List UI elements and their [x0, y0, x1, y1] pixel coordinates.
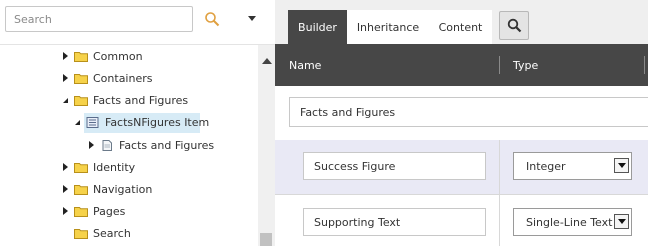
- tree-item-label: Search: [93, 226, 131, 240]
- collapse-toggle-icon[interactable]: [60, 95, 70, 105]
- search-button[interactable]: [499, 11, 529, 40]
- tab-content[interactable]: Content: [429, 10, 492, 44]
- field-name-value: Success Figure: [314, 159, 396, 173]
- tree-item-factsnfigures-item[interactable]: FactsNFigures Item: [72, 111, 209, 133]
- section-name-input[interactable]: Facts and Figures: [289, 97, 648, 127]
- field-type-value: Integer: [526, 159, 566, 173]
- field-type-select[interactable]: Integer: [513, 152, 632, 180]
- expand-toggle-icon[interactable]: [60, 51, 70, 61]
- tree-item-label: Facts and Figures: [119, 138, 215, 152]
- field-type-value: Single-Line Text: [526, 215, 613, 229]
- expand-toggle-icon[interactable]: [60, 73, 70, 83]
- column-separator[interactable]: [499, 56, 500, 74]
- tree-item-label: Pages: [93, 204, 126, 218]
- template-builder-panel: Builder Inheritance Content Name Type Fa…: [275, 0, 648, 246]
- tree-item-facts-and-figures-section[interactable]: Facts and Figures: [86, 134, 214, 156]
- chevron-down-icon[interactable]: [614, 214, 629, 229]
- tab-label: Builder: [298, 20, 337, 34]
- expand-toggle-icon[interactable]: [86, 140, 96, 150]
- field-name-input[interactable]: Supporting Text: [303, 208, 486, 236]
- tree-item-label: Common: [93, 49, 143, 63]
- chevron-down-icon[interactable]: [614, 158, 629, 173]
- tab-inheritance[interactable]: Inheritance: [347, 10, 429, 44]
- tree-item-search[interactable]: Search: [60, 222, 131, 244]
- column-header-name: Name: [289, 59, 322, 72]
- expand-toggle-icon[interactable]: [60, 184, 70, 194]
- tree-search-box[interactable]: [5, 6, 193, 32]
- folder-icon: [74, 51, 88, 62]
- tree-scrollbar[interactable]: [258, 45, 275, 246]
- tree-item-common[interactable]: Common: [60, 45, 143, 67]
- field-name-value: Supporting Text: [314, 215, 401, 229]
- field-row: Supporting Text Single-Line Text: [275, 195, 648, 246]
- search-icon[interactable]: [204, 11, 220, 27]
- content-tree: Common Containers Facts and Figures Fact…: [0, 45, 258, 246]
- column-separator[interactable]: [644, 56, 645, 74]
- field-name-input[interactable]: Success Figure: [303, 152, 486, 180]
- tree-item-label: Navigation: [93, 182, 153, 196]
- tree-item-navigation[interactable]: Navigation: [60, 178, 152, 200]
- field-row: Success Figure Integer: [275, 140, 648, 195]
- tree-item-label: Containers: [93, 71, 153, 85]
- tree-item-label: Facts and Figures: [93, 93, 189, 107]
- editor-tabbar: Builder Inheritance Content: [275, 0, 648, 44]
- folder-icon: [74, 95, 88, 106]
- tab-label: Content: [438, 20, 483, 34]
- folder-icon: [74, 73, 88, 84]
- field-type-select[interactable]: Single-Line Text: [513, 208, 632, 236]
- scroll-up-arrow-icon[interactable]: [262, 58, 272, 64]
- grid-header: Name Type: [275, 44, 648, 86]
- section-name-value: Facts and Figures: [300, 105, 396, 119]
- tree-item-label: Identity: [93, 160, 136, 174]
- search-options-dropdown-icon[interactable]: [248, 16, 256, 21]
- folder-icon: [74, 184, 88, 195]
- expand-toggle-icon[interactable]: [60, 206, 70, 216]
- content-tree-panel: Common Containers Facts and Figures Fact…: [0, 0, 275, 246]
- tree-item-identity[interactable]: Identity: [60, 156, 135, 178]
- column-separator: [499, 140, 500, 195]
- tree-item-containers[interactable]: Containers: [60, 67, 153, 89]
- tree-search-input[interactable]: [6, 7, 192, 31]
- section-row: Facts and Figures: [275, 86, 648, 140]
- template-icon: [86, 116, 99, 128]
- no-toggle: [60, 228, 70, 238]
- tab-builder[interactable]: Builder: [288, 10, 347, 44]
- tab-label: Inheritance: [356, 20, 420, 34]
- folder-icon: [74, 162, 88, 173]
- column-header-type: Type: [513, 59, 539, 72]
- tree-item-label: FactsNFigures Item: [105, 115, 210, 129]
- collapse-toggle-icon[interactable]: [72, 117, 82, 127]
- scrollbar-thumb[interactable]: [260, 233, 272, 246]
- column-separator: [499, 195, 500, 246]
- folder-icon: [74, 228, 88, 239]
- tree-item-pages[interactable]: Pages: [60, 200, 125, 222]
- document-icon: [102, 139, 112, 151]
- folder-icon: [74, 206, 88, 217]
- tree-item-facts-and-figures[interactable]: Facts and Figures: [60, 89, 188, 111]
- expand-toggle-icon[interactable]: [60, 162, 70, 172]
- search-icon: [507, 18, 521, 33]
